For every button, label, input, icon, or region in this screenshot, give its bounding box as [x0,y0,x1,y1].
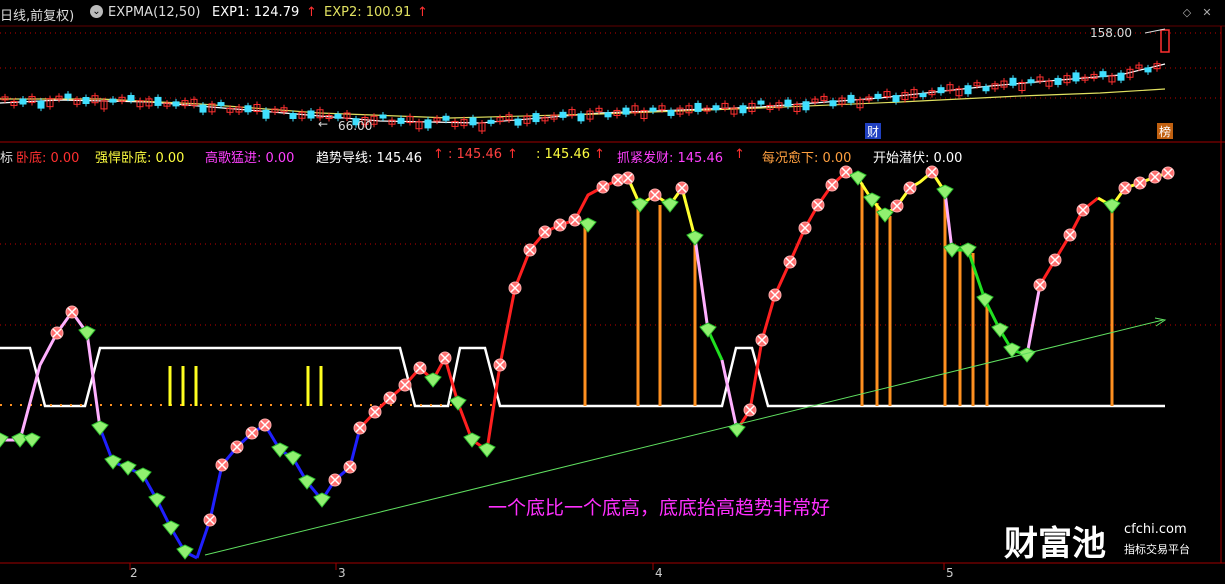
candle-body [1117,72,1125,81]
fall-marker [728,422,746,438]
fall-marker [1003,342,1021,358]
candle-body [1009,77,1017,86]
fall-marker [686,230,704,246]
watermark-domain: cfchi.com [1124,522,1187,537]
candle-body [1054,77,1062,85]
fall-marker [134,467,152,483]
candle-body [559,111,567,118]
candle-body [757,100,765,105]
candle-body [442,115,450,121]
candle-body [217,102,225,107]
high-pointer [1144,28,1166,34]
watermark-slogan: 指标交易平台 [1124,543,1190,556]
candle-body [577,113,585,122]
fall-marker [91,420,109,436]
candle-body [19,98,27,105]
candle-body [154,96,162,106]
fall-marker [23,432,41,448]
fall-marker [162,520,180,536]
x-label-3: 3 [338,566,346,580]
candle-body [649,107,657,112]
fall-marker [148,492,166,508]
annotation-text: 一个底比一个底高，底底抬高趋势非常好 [488,497,831,519]
low-price-label: 66.00 [338,119,373,133]
candle-body [802,101,810,111]
tag-cai[interactable]: 财 [865,123,881,139]
candle-body [307,110,315,119]
fall-marker [176,544,194,560]
candle-body [424,119,432,129]
candle-body [334,113,342,119]
fall-marker [449,395,467,411]
oscillator-segment-12 [1025,284,1042,356]
oscillator-segment-5 [693,237,710,331]
candle-body [622,107,630,115]
candle-body [604,112,612,118]
x-label-5: 5 [946,566,954,580]
oscillator-segment-11 [952,248,1028,357]
candle-body [244,105,252,113]
candle-body [712,105,720,111]
low-price-arrow-icon: ← [318,117,329,131]
high-price-label: 158.00 [1090,26,1132,40]
candle-body [829,100,837,107]
candle-body [919,93,927,98]
candle-body [874,93,882,99]
candle-body [892,95,900,103]
fall-marker [78,325,96,341]
candle-body [262,109,270,119]
candle-body [937,87,945,94]
trend-band [0,346,1165,408]
candle-body [1072,72,1080,82]
fall-marker [11,432,29,448]
candle-body [1027,79,1035,84]
tag-bang[interactable]: 榜 [1157,123,1173,139]
candle-body [199,104,207,113]
candle-body [64,93,72,99]
oscillator-segment-1 [98,427,198,560]
fall-marker [104,454,122,470]
candle-body [127,95,135,102]
candle-body [694,102,702,112]
candle-body [847,94,855,103]
x-label-4: 4 [655,566,663,580]
fall-marker [579,217,597,233]
fall-marker [936,184,954,200]
watermark-brand: 财富池 [1004,524,1106,564]
candle-body [1099,71,1107,78]
candle-body [289,113,297,119]
candle-body [172,101,180,107]
candle-body [37,100,45,109]
candle-body [109,98,117,103]
candle-body [379,114,387,119]
candle-body [532,113,540,123]
x-label-2: 2 [130,566,138,580]
candle-body [397,117,405,124]
candle-body [982,86,990,92]
candle-body [739,105,747,114]
fall-marker [699,322,717,338]
candle-body [667,109,675,116]
candle-body [82,97,90,105]
watermark: 财富池 cfchi.com 指标交易平台 [1004,516,1214,564]
oscillator-segment-8 [735,170,859,431]
fall-marker [976,292,994,308]
fall-marker [119,460,137,476]
candle-body [964,85,972,95]
candle-body [469,117,477,126]
candle-body [514,118,522,126]
candle-body [487,119,495,124]
candle-body [1144,67,1152,73]
candle-body [784,99,792,107]
